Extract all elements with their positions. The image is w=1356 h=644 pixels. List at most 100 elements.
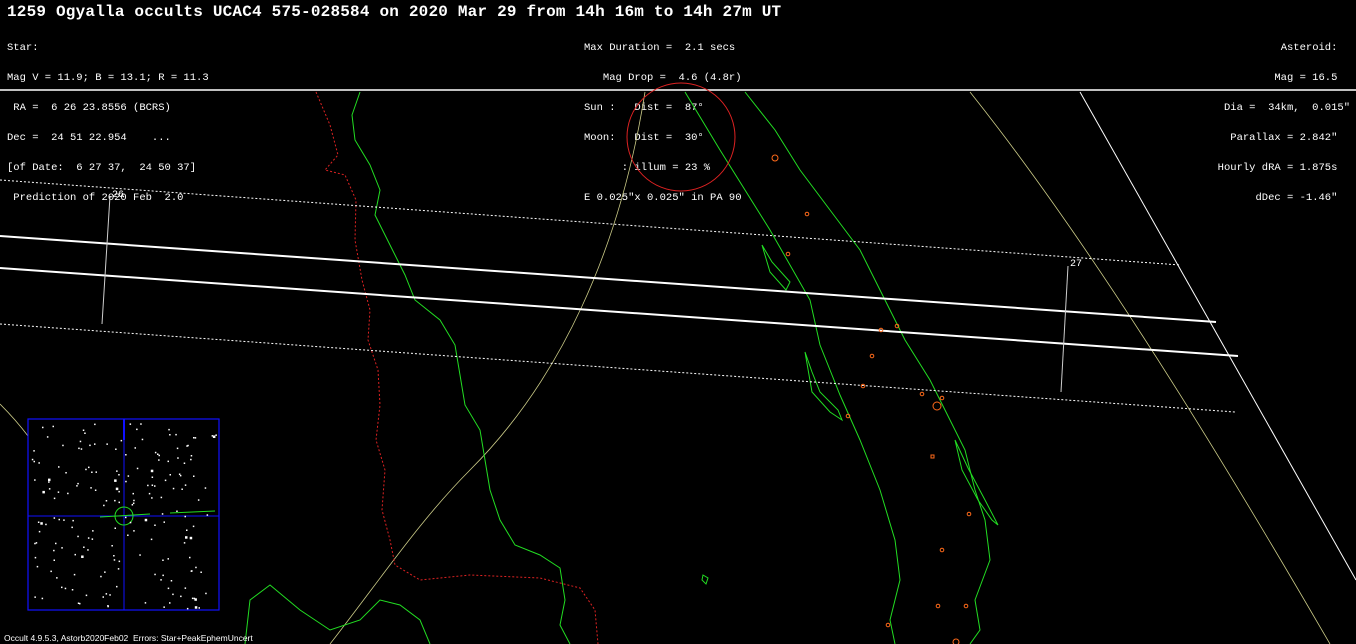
star-dot [118, 560, 121, 563]
star-dot [151, 497, 153, 499]
twilight-limit-curve-right [969, 91, 1331, 644]
star-dot [67, 492, 69, 495]
star-dot [151, 476, 154, 478]
star-dot [77, 602, 80, 604]
uncertainty-line-north [0, 179, 1181, 266]
star-dot [177, 457, 179, 459]
star-dot [141, 438, 144, 441]
star-dot [184, 515, 186, 518]
star-dot [204, 487, 207, 489]
star-dot [190, 455, 193, 457]
star-dot [83, 546, 85, 548]
star-dot [194, 598, 197, 601]
city-marker [966, 511, 972, 517]
star-dot [127, 475, 130, 477]
star-dot [88, 466, 90, 469]
city-marker [919, 391, 925, 397]
star-dot [105, 593, 108, 595]
star-dot [194, 437, 197, 439]
star-dot [157, 453, 159, 455]
star-dot [175, 433, 177, 436]
star-dot [118, 474, 120, 476]
star-dot [84, 432, 86, 434]
city-marker [771, 154, 779, 162]
star-dot [31, 458, 34, 461]
star-dot [53, 497, 56, 500]
star-dot [113, 559, 116, 561]
star-dot [184, 587, 187, 589]
star-dot [189, 536, 193, 540]
star-dot [38, 530, 41, 533]
star-dot [116, 585, 118, 588]
small-island [701, 574, 709, 585]
star-dot [191, 597, 194, 600]
star-dot [34, 596, 36, 598]
star-dot [190, 458, 192, 461]
star-dot [162, 574, 164, 577]
star-dot [168, 428, 170, 431]
star-dot [163, 606, 165, 608]
star-dot [179, 474, 182, 477]
star-dot [133, 499, 135, 502]
star-dot [52, 425, 54, 428]
star-dot [154, 485, 156, 487]
star-dot [131, 504, 134, 506]
star-dot [58, 518, 60, 521]
star-dot [105, 500, 108, 502]
star-dot [117, 568, 120, 570]
star-dot [169, 474, 171, 476]
star-dot [176, 510, 178, 512]
star-dot [206, 514, 209, 516]
star-dot [55, 542, 57, 545]
city-marker [785, 251, 791, 257]
city-marker [860, 383, 866, 389]
star-dot [53, 559, 55, 561]
star-dot [34, 556, 37, 559]
star-dot [167, 460, 169, 463]
star-dot [95, 471, 97, 473]
star-dot [154, 573, 156, 576]
star-dot [200, 571, 202, 573]
star-dot [56, 577, 58, 579]
star-dot [38, 462, 40, 464]
star-dot [78, 447, 80, 450]
star-chart-inset [27, 418, 220, 611]
star-dot [144, 518, 148, 522]
coastline-east-inner [684, 91, 901, 644]
star-dot [114, 499, 116, 502]
star-dot [103, 504, 105, 507]
star-dot [77, 482, 79, 485]
star-dot [125, 454, 127, 456]
twilight-limit-curve-left [0, 403, 29, 437]
star-dot [109, 594, 111, 596]
star-dot [113, 555, 115, 557]
city-marker [939, 395, 945, 401]
star-dot [34, 479, 36, 481]
star-dot [132, 492, 134, 495]
coastline-east-outer [744, 91, 991, 644]
star-dot [114, 479, 117, 482]
star-dot [111, 545, 113, 547]
star-dot [63, 519, 65, 521]
star-dot [154, 524, 156, 526]
star-dot [53, 517, 56, 519]
island-outline [954, 439, 999, 526]
star-dot [158, 454, 160, 457]
star-dot [48, 481, 50, 483]
star-dot [194, 606, 198, 609]
star-dot [132, 502, 135, 504]
time-mark-start-label: 26 [112, 190, 124, 201]
star-dot [185, 536, 188, 539]
star-dot [61, 547, 63, 549]
star-dot [118, 501, 120, 504]
star-dot [94, 423, 96, 426]
star-dot [64, 587, 67, 590]
star-dot [162, 559, 164, 561]
star-dot [154, 451, 157, 454]
star-dot [133, 530, 135, 532]
star-dot [106, 443, 108, 445]
star-dot [87, 549, 89, 551]
star-dot [36, 565, 39, 568]
star-dot [205, 592, 207, 595]
star-dot [114, 527, 116, 529]
